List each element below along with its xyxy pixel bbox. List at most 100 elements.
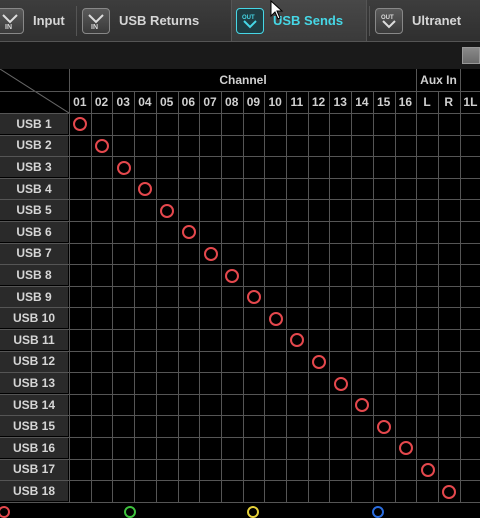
matrix-cell[interactable]: [112, 307, 134, 329]
matrix-cell[interactable]: [438, 372, 460, 394]
matrix-cell[interactable]: [199, 329, 221, 351]
matrix-cell[interactable]: [264, 178, 286, 200]
matrix-cell[interactable]: [329, 243, 351, 265]
matrix-cell[interactable]: [460, 135, 480, 157]
matrix-cell[interactable]: [286, 156, 308, 178]
matrix-cell[interactable]: [351, 178, 373, 200]
matrix-cell[interactable]: [134, 135, 156, 157]
matrix-cell[interactable]: [112, 286, 134, 308]
matrix-cell[interactable]: [438, 221, 460, 243]
matrix-cell[interactable]: [156, 459, 178, 481]
matrix-cell[interactable]: [329, 199, 351, 221]
matrix-cell[interactable]: [351, 286, 373, 308]
matrix-cell[interactable]: [373, 307, 395, 329]
matrix-cell[interactable]: [286, 437, 308, 459]
matrix-cell[interactable]: [91, 243, 113, 265]
matrix-cell[interactable]: [199, 135, 221, 157]
matrix-cell[interactable]: [91, 264, 113, 286]
matrix-cell[interactable]: [221, 394, 243, 416]
matrix-cell[interactable]: [329, 307, 351, 329]
matrix-cell[interactable]: [178, 480, 200, 502]
matrix-cell[interactable]: [373, 199, 395, 221]
matrix-cell[interactable]: [243, 415, 265, 437]
matrix-cell[interactable]: [91, 459, 113, 481]
matrix-cell[interactable]: [438, 178, 460, 200]
matrix-cell[interactable]: [460, 372, 480, 394]
matrix-cell[interactable]: [91, 156, 113, 178]
matrix-cell[interactable]: [351, 372, 373, 394]
matrix-cell[interactable]: [416, 307, 438, 329]
matrix-cell[interactable]: [438, 351, 460, 373]
matrix-cell[interactable]: [286, 199, 308, 221]
matrix-cell[interactable]: [329, 156, 351, 178]
matrix-cell[interactable]: [156, 286, 178, 308]
matrix-cell[interactable]: [112, 437, 134, 459]
matrix-cell[interactable]: [69, 199, 91, 221]
matrix-cell[interactable]: [156, 351, 178, 373]
matrix-cell[interactable]: [243, 307, 265, 329]
matrix-cell[interactable]: [438, 415, 460, 437]
matrix-cell[interactable]: [178, 135, 200, 157]
matrix-cell[interactable]: [243, 437, 265, 459]
matrix-cell[interactable]: [264, 480, 286, 502]
matrix-cell[interactable]: [264, 329, 286, 351]
matrix-cell[interactable]: [438, 394, 460, 416]
matrix-cell[interactable]: [460, 178, 480, 200]
matrix-cell[interactable]: [286, 264, 308, 286]
matrix-cell[interactable]: [69, 156, 91, 178]
scroll-button[interactable]: [462, 47, 480, 64]
matrix-cell[interactable]: [134, 437, 156, 459]
matrix-cell[interactable]: [308, 372, 330, 394]
matrix-cell[interactable]: [134, 113, 156, 135]
matrix-cell[interactable]: [438, 243, 460, 265]
matrix-cell[interactable]: [69, 329, 91, 351]
matrix-cell[interactable]: [243, 113, 265, 135]
matrix-cell[interactable]: [178, 178, 200, 200]
matrix-cell[interactable]: [69, 437, 91, 459]
matrix-cell[interactable]: [243, 372, 265, 394]
matrix-cell[interactable]: [243, 156, 265, 178]
matrix-cell[interactable]: [199, 156, 221, 178]
matrix-cell[interactable]: [221, 459, 243, 481]
matrix-cell[interactable]: [460, 415, 480, 437]
matrix-cell[interactable]: [308, 264, 330, 286]
matrix-cell[interactable]: [416, 221, 438, 243]
matrix-cell[interactable]: [134, 307, 156, 329]
matrix-cell[interactable]: [156, 372, 178, 394]
matrix-cell[interactable]: [199, 437, 221, 459]
matrix-cell[interactable]: [264, 135, 286, 157]
matrix-cell[interactable]: [416, 372, 438, 394]
matrix-cell[interactable]: [264, 415, 286, 437]
matrix-cell[interactable]: [243, 221, 265, 243]
matrix-cell[interactable]: [373, 329, 395, 351]
matrix-cell[interactable]: [199, 480, 221, 502]
matrix-cell[interactable]: [69, 351, 91, 373]
matrix-cell[interactable]: [178, 113, 200, 135]
matrix-cell[interactable]: [286, 480, 308, 502]
matrix-cell[interactable]: [221, 329, 243, 351]
matrix-cell[interactable]: [221, 156, 243, 178]
matrix-cell[interactable]: [373, 135, 395, 157]
matrix-cell[interactable]: [112, 394, 134, 416]
matrix-cell[interactable]: [134, 264, 156, 286]
matrix-cell[interactable]: [438, 437, 460, 459]
matrix-cell[interactable]: [112, 135, 134, 157]
matrix-cell[interactable]: [91, 113, 113, 135]
matrix-cell[interactable]: [264, 394, 286, 416]
matrix-cell[interactable]: [112, 178, 134, 200]
matrix-cell[interactable]: [373, 178, 395, 200]
matrix-cell[interactable]: [264, 113, 286, 135]
matrix-cell[interactable]: [308, 394, 330, 416]
matrix-cell[interactable]: [438, 264, 460, 286]
matrix-cell[interactable]: [395, 221, 417, 243]
matrix-cell[interactable]: [329, 480, 351, 502]
matrix-cell[interactable]: [286, 372, 308, 394]
matrix-cell[interactable]: [264, 199, 286, 221]
matrix-cell[interactable]: [460, 113, 480, 135]
matrix-cell[interactable]: [373, 437, 395, 459]
matrix-cell[interactable]: [221, 480, 243, 502]
matrix-cell[interactable]: [416, 135, 438, 157]
tab-usb-sends[interactable]: OUT USB Sends: [231, 0, 367, 41]
matrix-cell[interactable]: [373, 243, 395, 265]
matrix-cell[interactable]: [329, 394, 351, 416]
